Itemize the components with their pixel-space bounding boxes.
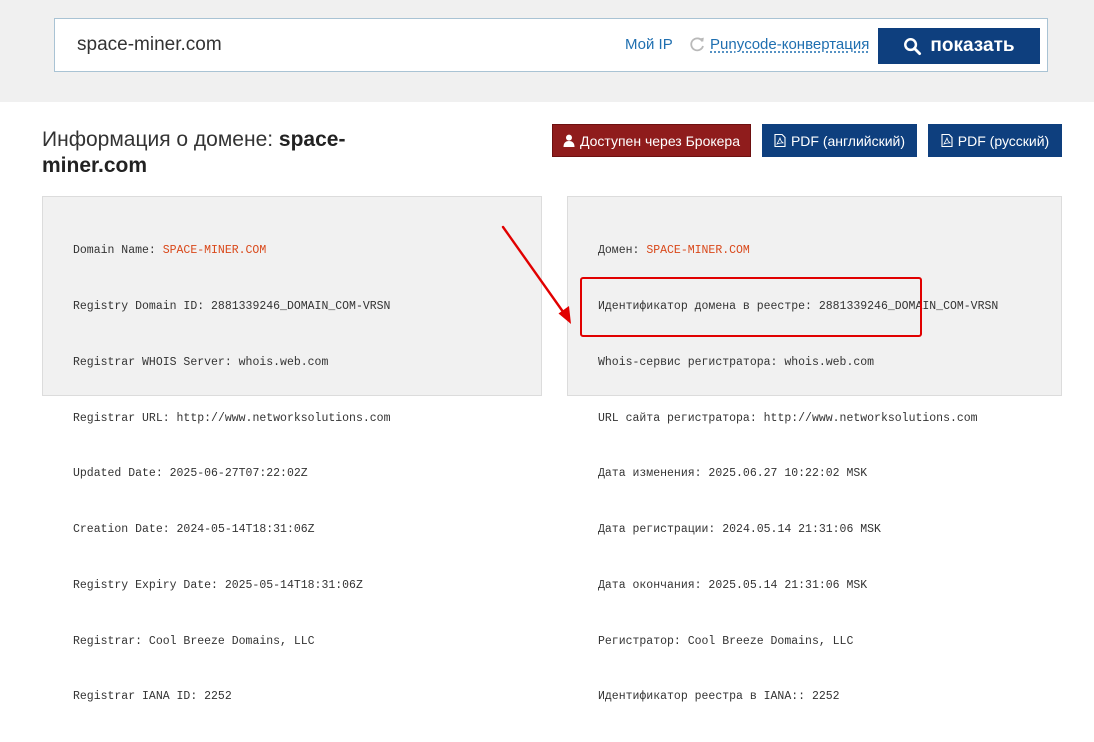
whois-line: Registrar IANA ID: 2252 bbox=[73, 688, 390, 707]
show-button-label: показать bbox=[930, 35, 1015, 56]
pdf-file-icon bbox=[941, 134, 953, 147]
pdf-russian-label: PDF (русский) bbox=[957, 132, 1050, 149]
whois-label: Дата изменения: bbox=[598, 467, 709, 481]
whois-label: Registrar URL: bbox=[73, 411, 177, 425]
page-title-prefix: Информация о домене: bbox=[42, 128, 279, 151]
whois-label: Registrar WHOIS Server: bbox=[73, 355, 239, 369]
whois-value: Cool Breeze Domains, LLC bbox=[687, 634, 854, 648]
whois-value: 2025-06-27T07:22:02Z bbox=[169, 467, 308, 481]
whois-line: Домен: SPACE-MINER.COM bbox=[598, 242, 998, 261]
whois-label: Creation Date: bbox=[73, 523, 177, 537]
whois-label: Дата окончания: bbox=[598, 578, 709, 592]
whois-label: Дата регистрации: bbox=[598, 523, 723, 537]
whois-raw-panel: Domain Name: SPACE-MINER.COM Registry Do… bbox=[42, 196, 542, 703]
whois-label: Registry Expiry Date: bbox=[73, 578, 225, 592]
pdf-russian-button[interactable]: PDF (русский) bbox=[928, 124, 1062, 157]
whois-value: whois.web.com bbox=[784, 355, 875, 369]
whois-label: Домен: bbox=[598, 244, 647, 258]
dates-highlight-box bbox=[580, 277, 922, 337]
whois-label: Registry Domain ID: bbox=[73, 299, 212, 313]
broker-button-label: Доступен через Брокера bbox=[579, 132, 741, 149]
punycode-converter-link[interactable]: Punycode-конвертация bbox=[710, 36, 869, 53]
whois-value: 2024-05-14T18:31:06Z bbox=[176, 523, 315, 537]
broker-button[interactable]: Доступен через Брокера bbox=[552, 124, 751, 157]
refresh-icon bbox=[687, 34, 707, 54]
whois-line: Идентификатор реестра в IANA:: 2252 bbox=[598, 688, 998, 707]
whois-line: Registry Expiry Date: 2025-05-14T18:31:0… bbox=[73, 577, 390, 596]
pdf-english-label: PDF (английский) bbox=[790, 132, 906, 149]
search-form: Мой IP Punycode-конвертация показать bbox=[54, 18, 1048, 72]
whois-raw-lines: Domain Name: SPACE-MINER.COM Registry Do… bbox=[73, 205, 390, 742]
whois-domain-value: SPACE-MINER.COM bbox=[162, 244, 267, 258]
whois-line: Updated Date: 2025-06-27T07:22:02Z bbox=[73, 465, 390, 484]
user-icon bbox=[563, 134, 575, 147]
whois-value: 2025-05-14T18:31:06Z bbox=[224, 578, 363, 592]
whois-label: Registrar: bbox=[73, 634, 149, 648]
whois-line: Registrar: Cool Breeze Domains, LLC bbox=[73, 633, 390, 652]
whois-domain-value: SPACE-MINER.COM bbox=[646, 244, 750, 258]
whois-value: 2024.05.14 21:31:06 MSK bbox=[722, 523, 881, 537]
my-ip-link[interactable]: Мой IP bbox=[625, 36, 673, 53]
whois-value: 2252 bbox=[811, 690, 840, 704]
whois-line: Дата регистрации: 2024.05.14 21:31:06 MS… bbox=[598, 521, 998, 540]
domain-search-input[interactable] bbox=[77, 31, 597, 59]
page-title: Информация о домене: space-miner.com bbox=[42, 127, 382, 179]
whois-label: Updated Date: bbox=[73, 467, 170, 481]
whois-value: http://www.networksolutions.com bbox=[763, 411, 978, 425]
whois-line: Registrar WHOIS Server: whois.web.com bbox=[73, 354, 390, 373]
whois-label: Domain Name: bbox=[73, 244, 163, 258]
whois-label: Идентификатор реестра в IANA:: bbox=[598, 690, 812, 704]
pdf-english-button[interactable]: PDF (английский) bbox=[762, 124, 917, 157]
whois-line: Дата изменения: 2025.06.27 10:22:02 MSK bbox=[598, 465, 998, 484]
whois-value: whois.web.com bbox=[238, 355, 329, 369]
whois-line: Whois-сервис регистратора: whois.web.com bbox=[598, 354, 998, 373]
whois-line: Дата окончания: 2025.05.14 21:31:06 MSK bbox=[598, 577, 998, 596]
show-button[interactable]: показать bbox=[878, 28, 1040, 64]
whois-line: Регистратор: Cool Breeze Domains, LLC bbox=[598, 633, 998, 652]
whois-value: 2881339246_DOMAIN_COM-VRSN bbox=[211, 299, 391, 313]
whois-line: Domain Name: SPACE-MINER.COM bbox=[73, 242, 390, 261]
whois-line: Registry Domain ID: 2881339246_DOMAIN_CO… bbox=[73, 298, 390, 317]
whois-value: Cool Breeze Domains, LLC bbox=[148, 634, 315, 648]
whois-label: Registrar IANA ID: bbox=[73, 690, 205, 704]
whois-line: URL сайта регистратора: http://www.netwo… bbox=[598, 410, 998, 429]
whois-value: http://www.networksolutions.com bbox=[176, 411, 391, 425]
whois-line: Creation Date: 2024-05-14T18:31:06Z bbox=[73, 521, 390, 540]
whois-label: Whois-сервис регистратора: bbox=[598, 355, 785, 369]
whois-value: 2025.06.27 10:22:02 MSK bbox=[708, 467, 868, 481]
whois-label: Регистратор: bbox=[598, 634, 688, 648]
whois-value: 2025.05.14 21:31:06 MSK bbox=[708, 578, 868, 592]
whois-value: 2252 bbox=[204, 690, 232, 704]
pdf-file-icon bbox=[774, 134, 786, 147]
search-icon bbox=[904, 37, 922, 55]
whois-line: Registrar URL: http://www.networksolutio… bbox=[73, 410, 390, 429]
whois-label: URL сайта регистратора: bbox=[598, 411, 764, 425]
